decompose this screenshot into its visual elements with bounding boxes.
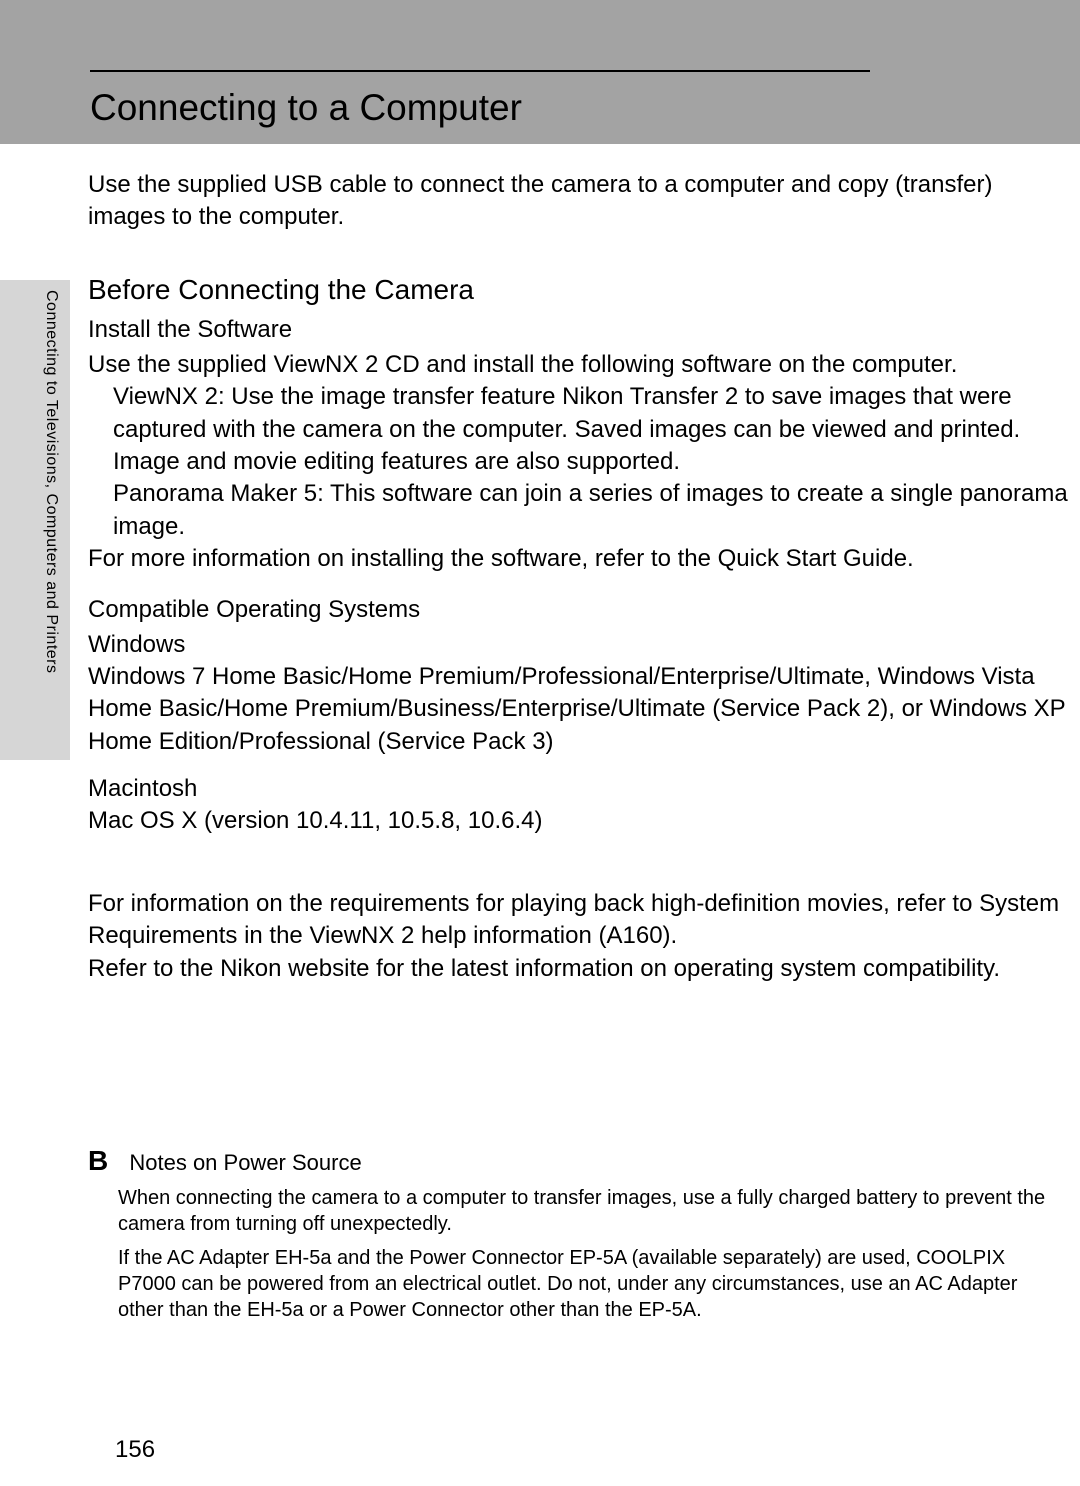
page-number: 156 — [115, 1436, 155, 1464]
install-software-title: Install the Software — [88, 316, 1068, 344]
windows-text: Windows 7 Home Basic/Home Premium/Profes… — [88, 661, 1068, 758]
page-title: Connecting to a Computer — [90, 70, 870, 129]
mac-label: Macintosh — [88, 773, 1068, 805]
hd-info-text: For information on the requirements for … — [88, 888, 1068, 953]
sidebar-label: Connecting to Televisions, Computers and… — [42, 290, 60, 674]
windows-label: Windows — [88, 629, 1068, 661]
bullet-panorama: Panorama Maker 5: This software can join… — [113, 478, 1068, 543]
install-more-info: For more information on installing the s… — [88, 543, 1068, 575]
notes-section: B Notes on Power Source When connecting … — [88, 1145, 1068, 1323]
note-icon: B — [88, 1145, 108, 1176]
bullet-viewnx: ViewNX 2: Use the image transfer feature… — [113, 381, 1068, 478]
notes-line2: If the AC Adapter EH-5a and the Power Co… — [118, 1245, 1068, 1323]
mac-block: Macintosh Mac OS X (version 10.4.11, 10.… — [88, 773, 1068, 838]
compat-os-title: Compatible Operating Systems — [88, 596, 1068, 624]
install-intro: Use the supplied ViewNX 2 CD and install… — [88, 349, 1068, 381]
install-software-block: Install the Software Use the supplied Vi… — [88, 316, 1068, 576]
intro-text: Use the supplied USB cable to connect th… — [88, 169, 1068, 234]
notes-title-row: B Notes on Power Source — [88, 1145, 1068, 1177]
compatible-os-block: Compatible Operating Systems Windows Win… — [88, 596, 1068, 759]
main-content: Use the supplied USB cable to connect th… — [88, 169, 1068, 1323]
notes-title-text: Notes on Power Source — [129, 1150, 361, 1175]
mac-text: Mac OS X (version 10.4.11, 10.5.8, 10.6.… — [88, 805, 1068, 837]
nikon-site-text: Refer to the Nikon website for the lates… — [88, 953, 1068, 985]
notes-line1: When connecting the camera to a computer… — [118, 1185, 1068, 1237]
hd-info-block: For information on the requirements for … — [88, 888, 1068, 985]
page-header: Connecting to a Computer — [0, 0, 1080, 144]
section-before-connecting: Before Connecting the Camera — [88, 274, 1068, 306]
